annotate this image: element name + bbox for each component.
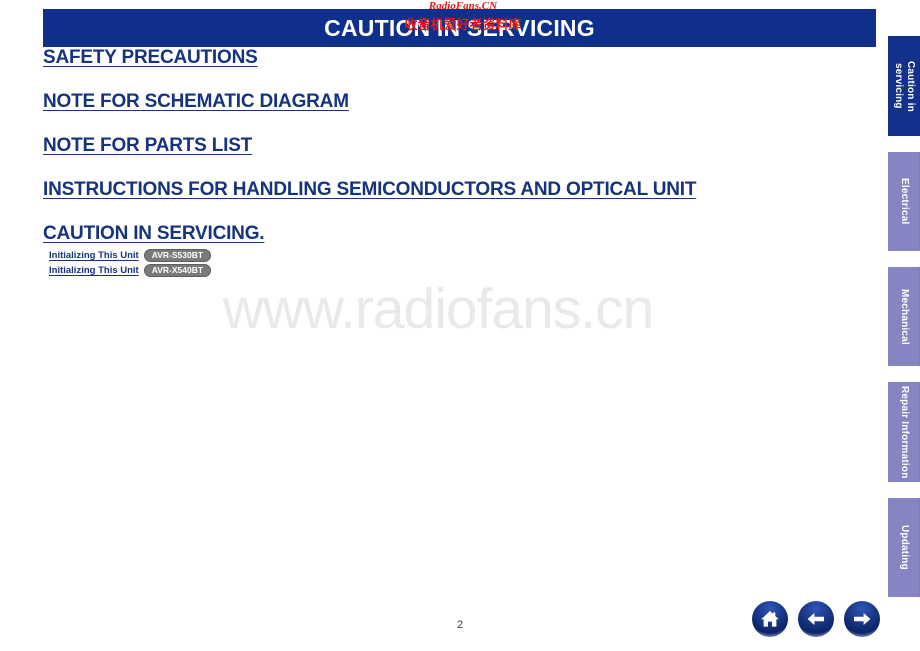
page-title: CAUTION IN SERVICING: [324, 14, 595, 41]
sub-link-initializing-this-unit-s530bt[interactable]: Initializing This Unit: [49, 250, 139, 261]
bottom-navigation: [752, 601, 880, 637]
sidebar-tab-label: Updating: [899, 525, 910, 570]
home-icon: [759, 609, 781, 629]
list-item[interactable]: Initializing This Unit AVR-S530BT: [49, 249, 843, 262]
toc-link-caution-in-servicing[interactable]: CAUTION IN SERVICING.: [43, 223, 265, 245]
arrow-left-icon: [805, 609, 827, 629]
sidebar-tab-repair-information[interactable]: Repair Information: [888, 382, 920, 482]
toc-link-note-for-schematic-diagram[interactable]: NOTE FOR SCHEMATIC DIAGRAM: [43, 91, 349, 113]
next-page-button[interactable]: [844, 601, 880, 637]
table-of-contents: SAFETY PRECAUTIONS NOTE FOR SCHEMATIC DI…: [43, 47, 843, 279]
toc-link-safety-precautions[interactable]: SAFETY PRECAUTIONS: [43, 47, 258, 69]
section-tabs-sidebar: Caution in servicing Electrical Mechanic…: [888, 0, 920, 651]
list-item[interactable]: Initializing This Unit AVR-X540BT: [49, 264, 843, 277]
sidebar-tab-caution-in-servicing[interactable]: Caution in servicing: [888, 36, 920, 136]
sidebar-tab-electrical[interactable]: Electrical: [888, 152, 920, 251]
page-header-banner: CAUTION IN SERVICING: [43, 9, 876, 47]
toc-link-instructions-handling-semiconductors[interactable]: INSTRUCTIONS FOR HANDLING SEMICONDUCTORS…: [43, 179, 696, 201]
arrow-right-icon: [851, 609, 873, 629]
toc-link-note-for-parts-list[interactable]: NOTE FOR PARTS LIST: [43, 135, 252, 157]
model-badge-avr-s530bt: AVR-S530BT: [143, 249, 212, 262]
page-content: CAUTION IN SERVICING RadioFans.CN 收音机爱好者…: [0, 0, 876, 651]
previous-page-button[interactable]: [798, 601, 834, 637]
sidebar-tab-updating[interactable]: Updating: [888, 498, 920, 597]
model-badge-avr-x540bt: AVR-X540BT: [143, 264, 212, 277]
sub-link-initializing-this-unit-x540bt[interactable]: Initializing This Unit: [49, 265, 139, 276]
sidebar-tab-label: Repair Information: [899, 385, 910, 479]
sidebar-tab-label: Mechanical: [899, 288, 910, 345]
sidebar-tab-label: Caution in servicing: [893, 60, 916, 112]
sidebar-tab-label: Electrical: [899, 178, 910, 225]
sidebar-tab-mechanical[interactable]: Mechanical: [888, 267, 920, 366]
home-button[interactable]: [752, 601, 788, 637]
